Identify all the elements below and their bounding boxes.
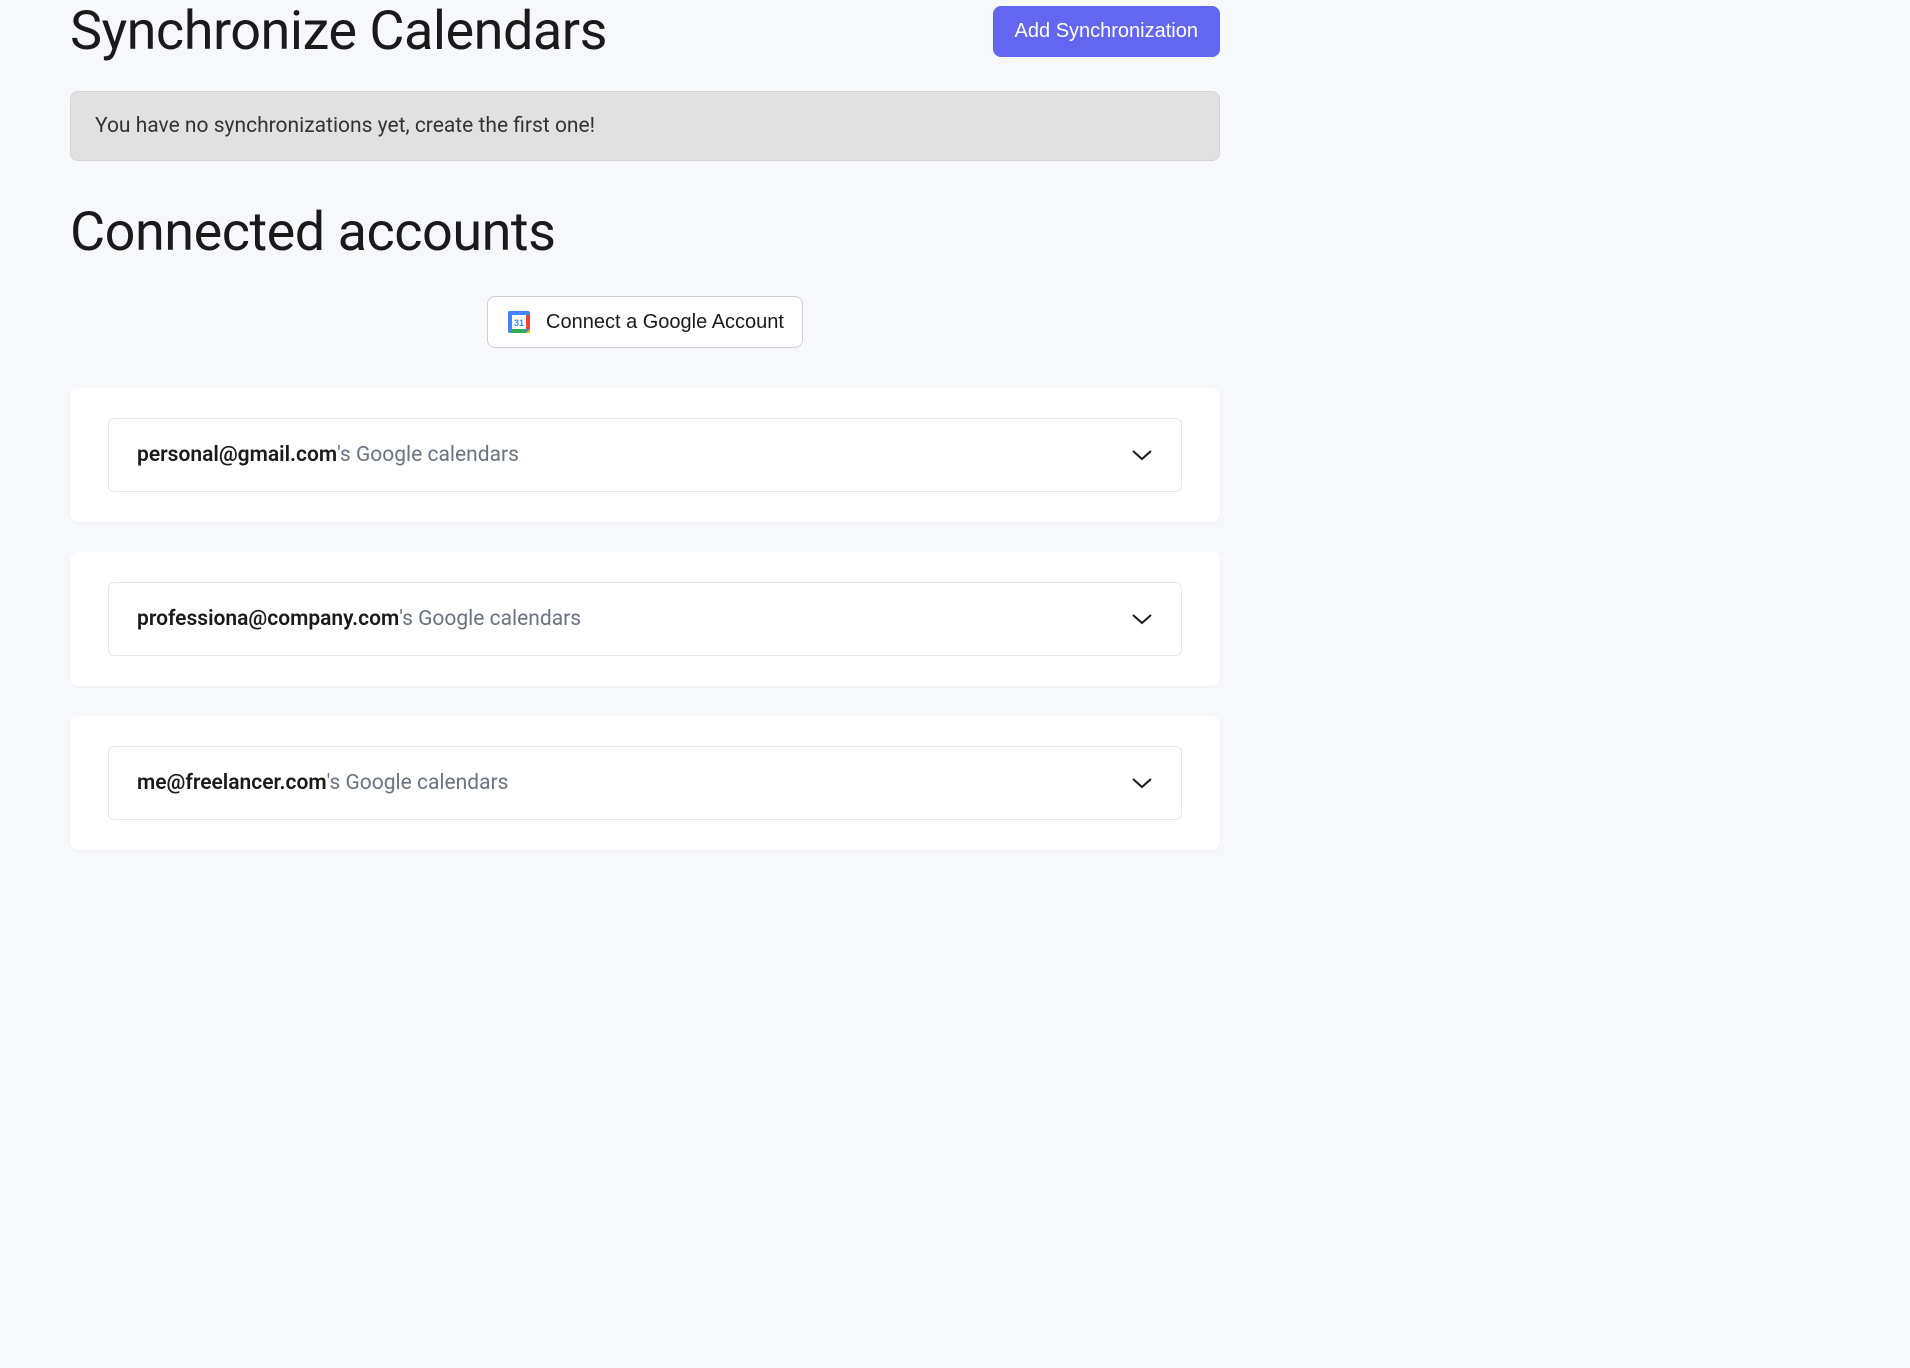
account-suffix: 's Google calendars — [327, 771, 509, 795]
page-title: Synchronize Calendars — [70, 0, 607, 63]
connect-google-account-label: Connect a Google Account — [546, 311, 784, 334]
connected-accounts-title: Connected accounts — [70, 201, 1220, 264]
google-calendar-icon: 31 — [506, 309, 532, 335]
account-row-professional[interactable]: professiona@company.com's Google calenda… — [108, 582, 1182, 656]
add-synchronization-button[interactable]: Add Synchronization — [993, 6, 1220, 57]
account-label: personal@gmail.com's Google calendars — [137, 443, 519, 467]
connect-google-account-button[interactable]: 31 Connect a Google Account — [487, 296, 803, 348]
chevron-down-icon — [1131, 612, 1153, 626]
account-row-personal[interactable]: personal@gmail.com's Google calendars — [108, 418, 1182, 492]
empty-state-banner: You have no synchronizations yet, create… — [70, 91, 1220, 161]
account-card: personal@gmail.com's Google calendars — [70, 388, 1220, 522]
chevron-down-icon — [1131, 448, 1153, 462]
account-card: me@freelancer.com's Google calendars — [70, 716, 1220, 850]
account-email: personal@gmail.com — [137, 443, 337, 467]
account-label: professiona@company.com's Google calenda… — [137, 607, 581, 631]
account-label: me@freelancer.com's Google calendars — [137, 771, 508, 795]
account-suffix: 's Google calendars — [399, 607, 581, 631]
connect-account-row: 31 Connect a Google Account — [70, 296, 1220, 348]
account-email: professiona@company.com — [137, 607, 399, 631]
account-card: professiona@company.com's Google calenda… — [70, 552, 1220, 686]
account-suffix: 's Google calendars — [337, 443, 519, 467]
page-header: Synchronize Calendars Add Synchronizatio… — [70, 0, 1220, 63]
account-row-freelancer[interactable]: me@freelancer.com's Google calendars — [108, 746, 1182, 820]
account-email: me@freelancer.com — [137, 771, 327, 795]
chevron-down-icon — [1131, 776, 1153, 790]
svg-text:31: 31 — [514, 318, 524, 328]
